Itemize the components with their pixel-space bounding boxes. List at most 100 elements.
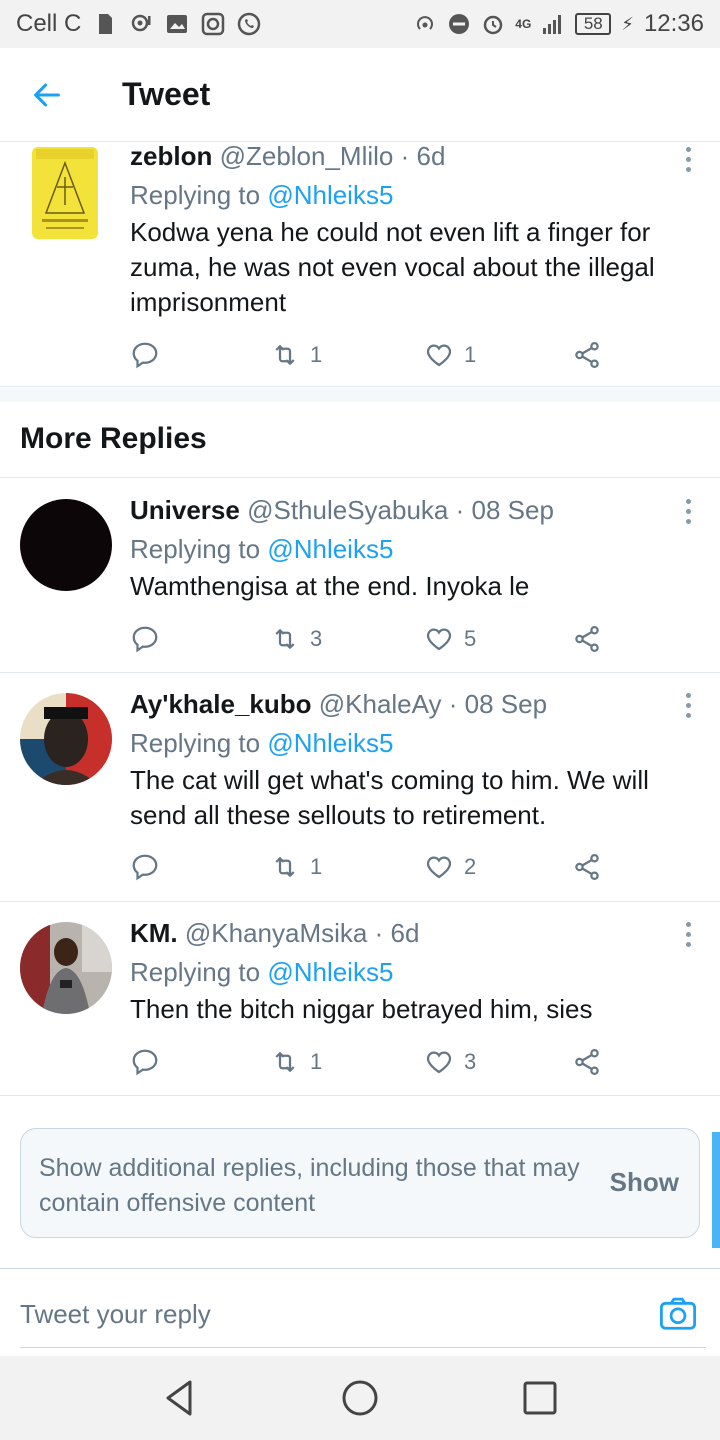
more-icon[interactable] — [684, 499, 692, 529]
share-icon — [575, 626, 599, 652]
more-icon[interactable] — [684, 693, 692, 723]
battery-indicator: 58 — [575, 13, 612, 35]
back-arrow-icon[interactable] — [30, 78, 64, 112]
reply-button[interactable] — [130, 852, 160, 882]
tweet-time: 08 Sep — [471, 495, 554, 525]
retweet-button[interactable]: 3 — [270, 624, 322, 654]
retweet-icon — [275, 345, 295, 365]
nav-recents-icon[interactable] — [518, 1376, 562, 1420]
separator-dot: · — [455, 495, 465, 525]
retweet-button[interactable]: 1 — [270, 340, 322, 370]
replying-to: Replying to @Nhleiks5 — [130, 180, 680, 211]
avatar[interactable] — [20, 499, 112, 591]
alarm-icon — [484, 15, 503, 35]
like-button[interactable]: 2 — [424, 852, 476, 882]
camera-icon[interactable] — [658, 1295, 698, 1331]
reply-input[interactable]: Tweet your reply — [20, 1299, 211, 1330]
reply-button[interactable] — [130, 340, 160, 370]
section-divider — [0, 388, 720, 402]
tweet-time: 6d — [416, 141, 446, 171]
author-handle[interactable]: @Zeblon_Mlilo — [220, 141, 394, 171]
author-name[interactable]: zeblon — [130, 141, 212, 171]
avatar[interactable] — [20, 693, 112, 785]
tweet-reply[interactable]: Ay'khale_kubo @KhaleAy · 08 Sep Replying… — [0, 673, 720, 902]
carrier-label: Cell C — [16, 10, 82, 37]
replying-to: Replying to @Nhleiks5 — [130, 728, 680, 759]
show-button[interactable]: Show — [610, 1167, 679, 1198]
tweet-reply[interactable]: KM. @KhanyaMsika · 6d Replying to @Nhlei… — [0, 902, 720, 1096]
retweet-count: 1 — [310, 1049, 323, 1074]
mention-link[interactable]: @Nhleiks5 — [267, 534, 393, 564]
retweet-button[interactable]: 1 — [270, 852, 322, 882]
author-name[interactable]: Universe — [130, 495, 240, 525]
more-replies-header: More Replies — [0, 402, 720, 478]
replying-prefix: Replying to — [130, 957, 261, 987]
tweet-time: 08 Sep — [464, 689, 548, 719]
reply-icon — [132, 342, 158, 369]
reply-icon — [132, 854, 158, 881]
share-icon — [575, 1049, 599, 1075]
whatsapp-icon — [238, 12, 261, 36]
mention-link[interactable]: @Nhleiks5 — [267, 957, 393, 987]
more-icon[interactable] — [684, 147, 692, 177]
avatar[interactable] — [20, 922, 112, 1014]
like-count: 1 — [464, 342, 477, 367]
like-button[interactable]: 3 — [424, 1047, 476, 1077]
network-type: 4G — [515, 17, 532, 31]
nav-home-icon[interactable] — [338, 1376, 382, 1420]
tweet-reply[interactable]: zeblon @Zeblon_Mlilo · 6d Replying to @N… — [0, 141, 720, 387]
tweet-time: 6d — [390, 918, 420, 948]
replying-to: Replying to @Nhleiks5 — [130, 957, 680, 988]
author-name[interactable]: KM. — [130, 918, 178, 948]
tweet-actions: 1 3 — [130, 1044, 610, 1080]
book-cover-image — [32, 147, 98, 239]
retweet-count: 3 — [310, 626, 323, 651]
author-handle[interactable]: @SthuleSyabuka — [247, 495, 448, 525]
reply-composer: Tweet your reply — [0, 1268, 720, 1356]
like-count: 5 — [464, 626, 477, 651]
reply-button[interactable] — [130, 624, 160, 654]
profile-photo — [20, 693, 112, 785]
sim-card-icon — [99, 14, 113, 34]
tweet-actions: 1 1 — [130, 337, 610, 373]
replying-to: Replying to @Nhleiks5 — [130, 534, 680, 565]
charging-icon: ⚡ — [621, 13, 634, 34]
replying-prefix: Replying to — [130, 180, 261, 210]
like-icon — [426, 628, 452, 651]
mention-link[interactable]: @Nhleiks5 — [267, 180, 393, 210]
retweet-icon — [275, 857, 295, 877]
avatar[interactable] — [32, 147, 98, 239]
hotspot-icon — [417, 16, 434, 30]
instagram-icon — [202, 12, 225, 36]
more-icon[interactable] — [684, 922, 692, 952]
like-count: 2 — [464, 854, 477, 879]
status-bar: Cell C 4G 58 ⚡ 12:36 — [0, 0, 720, 48]
mention-link[interactable]: @Nhleiks5 — [267, 728, 393, 758]
tweet-actions: 1 2 — [130, 849, 610, 885]
replying-prefix: Replying to — [130, 534, 261, 564]
retweet-button[interactable]: 1 — [270, 1047, 322, 1077]
author-name[interactable]: Ay'khale_kubo — [130, 689, 312, 719]
author-handle[interactable]: @KhaleAy — [319, 689, 442, 719]
reply-button[interactable] — [130, 1047, 160, 1077]
tweet-reply[interactable]: Universe @SthuleSyabuka · 08 Sep Replyin… — [0, 479, 720, 673]
share-button[interactable] — [572, 340, 602, 370]
like-icon — [426, 1051, 452, 1074]
signal-icon — [543, 15, 562, 34]
like-count: 3 — [464, 1049, 477, 1074]
tweet-text: Then the bitch niggar betrayed him, sies — [130, 994, 593, 1024]
input-underline — [20, 1347, 706, 1348]
tweet-text: Kodwa yena he could not even lift a fing… — [130, 217, 655, 317]
like-button[interactable]: 5 — [424, 624, 476, 654]
nav-back-icon[interactable] — [158, 1376, 202, 1420]
share-button[interactable] — [572, 624, 602, 654]
share-button[interactable] — [572, 1047, 602, 1077]
profile-photo — [20, 922, 112, 1014]
share-button[interactable] — [572, 852, 602, 882]
like-button[interactable]: 1 — [424, 340, 476, 370]
do-not-disturb-icon — [449, 14, 470, 34]
share-icon — [575, 342, 599, 368]
scrollbar[interactable] — [712, 1132, 720, 1248]
reply-icon — [132, 626, 158, 653]
author-handle[interactable]: @KhanyaMsika — [185, 918, 367, 948]
